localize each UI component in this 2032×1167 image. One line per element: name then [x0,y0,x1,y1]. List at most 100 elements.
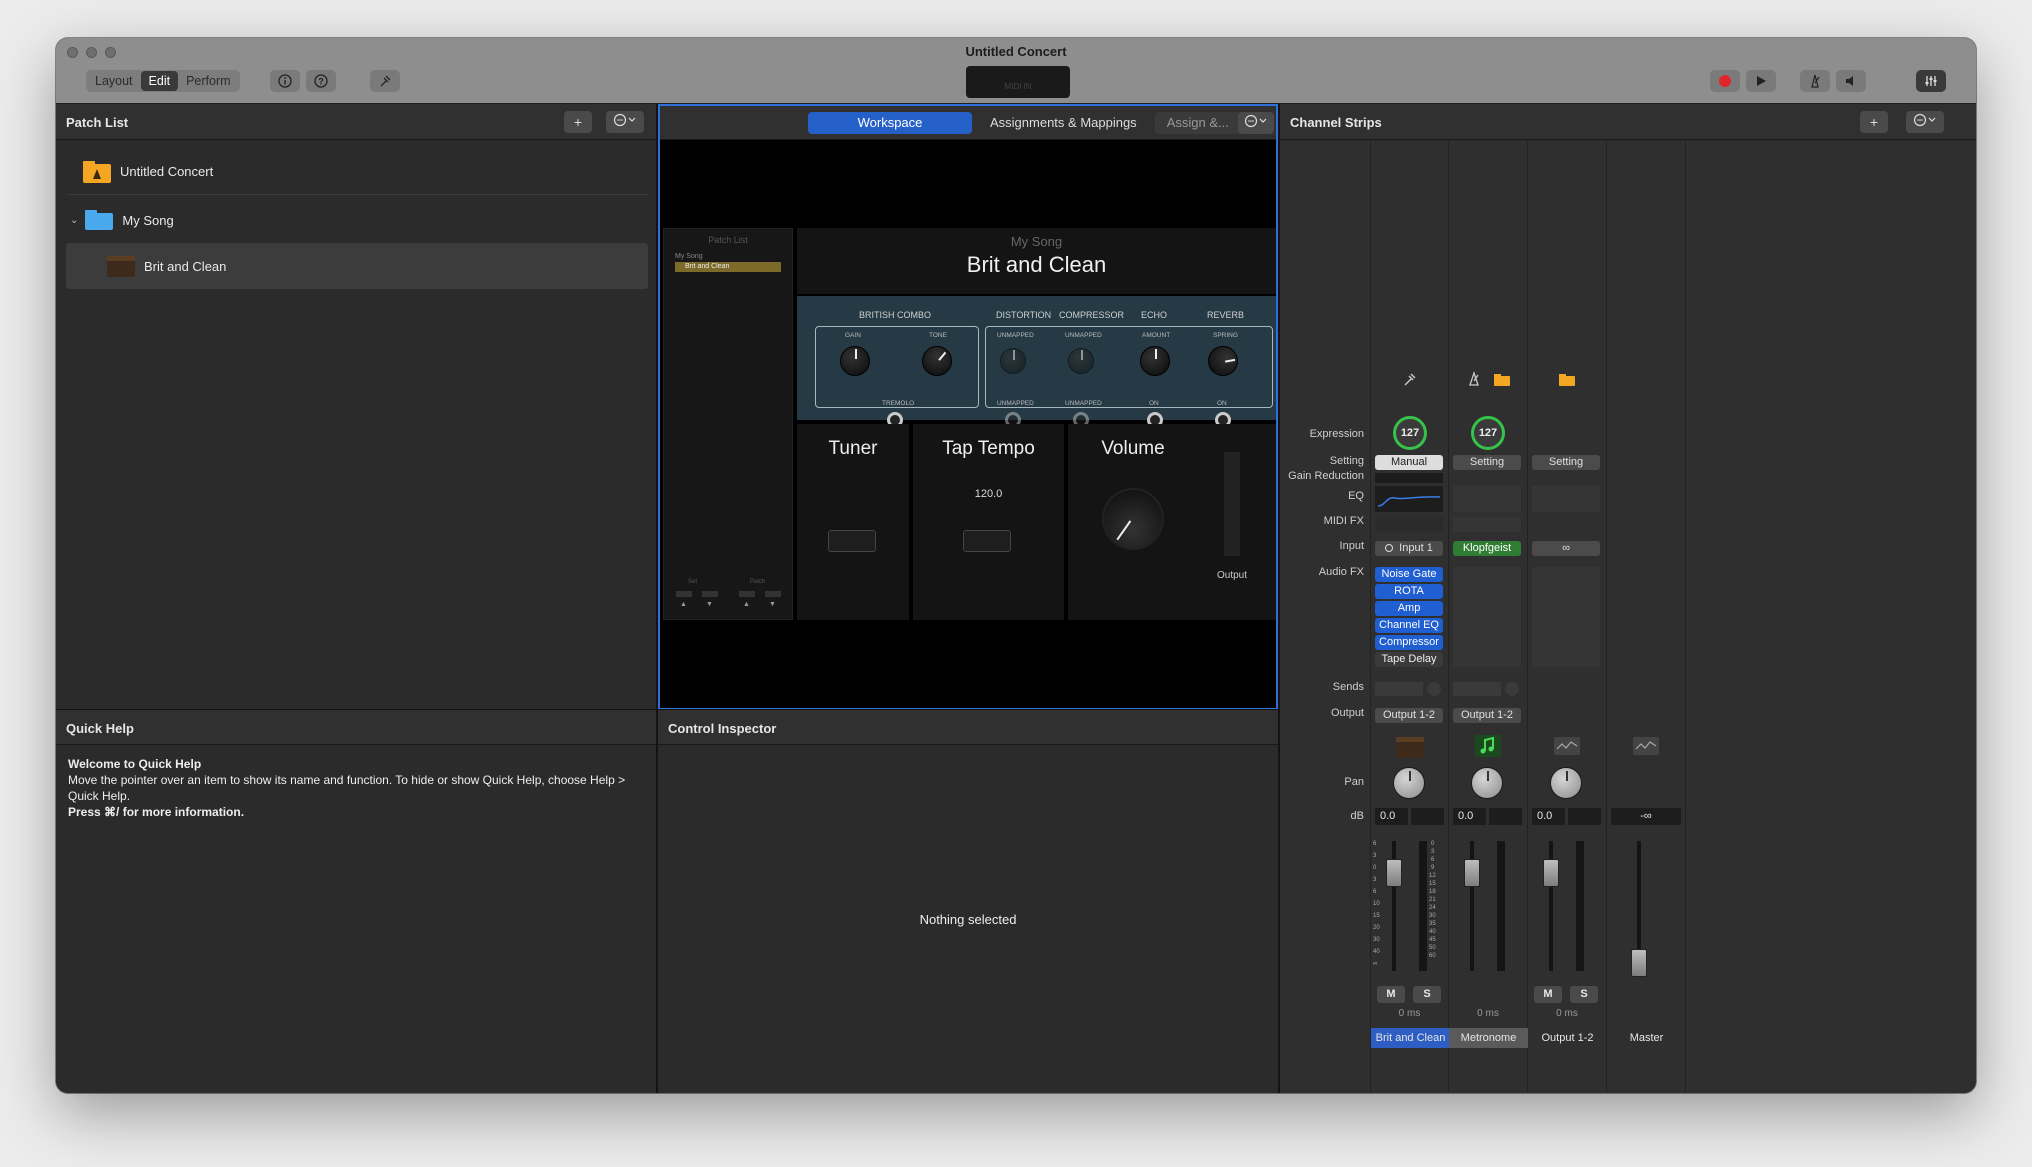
output-slot[interactable]: Output 1-2 [1375,708,1443,723]
list-item-song[interactable]: ⌄ My Song [66,197,648,243]
tab-workspace[interactable]: Workspace [808,112,972,134]
strip-name-label[interactable]: Metronome [1449,1028,1528,1048]
quick-help-footer: Press ⌘/ for more information. [68,805,245,819]
mute-button[interactable]: M [1377,986,1405,1003]
audio-fx-slot[interactable]: ROTA [1375,584,1443,599]
send-level-knob[interactable] [1427,682,1441,696]
volume-fader[interactable] [1464,859,1480,887]
record-button[interactable] [1710,70,1740,92]
eq-thumbnail[interactable] [1532,486,1600,512]
tuner-button[interactable] [370,70,400,92]
metronome-button[interactable] [1800,70,1830,92]
tempo-value: 120.0 [974,488,1003,500]
gain-knob[interactable] [840,346,870,376]
concert-icon[interactable] [1558,373,1576,387]
list-item-concert[interactable]: Untitled Concert [66,149,648,195]
instrument-slot[interactable]: Klopfgeist [1453,541,1521,556]
help-button[interactable]: ? [306,70,336,92]
midi-fx-slot[interactable] [1453,517,1521,532]
mode-layout[interactable]: Layout [87,71,141,91]
set-up-button[interactable] [676,591,692,597]
midi-fx-slot[interactable] [1375,517,1443,532]
tuner-widget[interactable]: Tuner [797,424,909,620]
chevron-down-icon[interactable]: ⌄ [70,215,78,226]
pan-knob[interactable] [1471,767,1503,799]
eq-thumbnail[interactable] [1453,486,1521,512]
play-button[interactable] [1746,70,1776,92]
latency-label: 0 ms [1556,1008,1578,1019]
send-slot[interactable] [1453,682,1501,696]
setting-button[interactable]: Setting [1453,455,1521,470]
patch-down-button[interactable] [765,591,781,597]
echo-amount-knob[interactable] [1140,346,1170,376]
link-button[interactable]: ∞ [1532,541,1600,556]
list-item-patch[interactable]: Brit and Clean [66,243,648,289]
mini-patch-list[interactable]: Patch List My Song Brit and Clean Set Pa… [663,228,793,620]
eq-thumbnail[interactable] [1375,486,1443,512]
add-patch-button[interactable]: + [564,111,592,133]
metronome-icon[interactable] [1466,371,1482,387]
patch-list: Untitled Concert ⌄ My Song Brit and Clea… [56,141,656,709]
volume-fader[interactable] [1631,949,1647,977]
audio-fx-area[interactable] [1453,567,1521,667]
strip-name-label[interactable]: Master [1607,1028,1686,1048]
play-icon [1757,76,1766,86]
info-button[interactable] [270,70,300,92]
echo-on-label: ON [1149,400,1159,407]
mute-button[interactable]: M [1534,986,1562,1003]
patch-list-action-button[interactable] [606,111,644,133]
speaker-button[interactable] [1836,70,1866,92]
set-down-button[interactable] [702,591,718,597]
expression-knob[interactable]: 127 [1471,416,1505,450]
mini-patch-label[interactable]: Brit and Clean [675,262,781,272]
audio-fx-slot[interactable]: Channel EQ [1375,618,1443,633]
add-channel-strip-button[interactable]: + [1860,111,1888,133]
solo-button[interactable]: S [1413,986,1441,1003]
tuner-button[interactable] [828,530,876,552]
input-slot[interactable]: Input 1 [1375,541,1443,556]
pan-knob[interactable] [1393,767,1425,799]
volume-fader[interactable] [1386,859,1402,887]
mixer-button[interactable] [1916,70,1946,92]
volume-fader[interactable] [1543,859,1559,887]
song-title-label: My Song [1010,234,1063,249]
expression-knob[interactable]: 127 [1393,416,1427,450]
audio-fx-area[interactable] [1532,567,1600,667]
svg-text:?: ? [318,77,324,87]
setting-button[interactable]: Setting [1532,455,1600,470]
setting-button[interactable]: Manual [1375,455,1443,470]
volume-db[interactable]: 0.0 [1375,808,1408,825]
tab-assignments-mappings[interactable]: Assignments & Mappings [978,112,1149,134]
compressor-knob[interactable] [1068,348,1094,374]
volume-knob[interactable] [1089,475,1177,563]
audio-fx-slot[interactable]: Noise Gate [1375,567,1443,582]
level-meter [1419,841,1427,971]
workspace-action-button[interactable] [1238,112,1274,134]
strip-name-label[interactable]: Output 1-2 [1528,1028,1607,1048]
tab-assign[interactable]: Assign &... [1154,112,1241,134]
distortion-knob[interactable] [1000,348,1026,374]
tap-tempo-widget[interactable]: Tap Tempo 120.0 [913,424,1064,620]
send-slot[interactable] [1375,682,1423,696]
tap-tempo-button[interactable] [963,530,1011,552]
volume-db[interactable]: -∞ [1611,808,1681,825]
audio-fx-slot[interactable]: Amp [1375,601,1443,616]
volume-widget[interactable]: Volume Output [1068,424,1276,620]
channel-strips-action-button[interactable] [1906,111,1944,133]
volume-db[interactable]: 0.0 [1532,808,1565,825]
pan-knob[interactable] [1550,767,1582,799]
patch-up-button[interactable] [739,591,755,597]
strip-name-label[interactable]: Brit and Clean [1371,1028,1450,1048]
mode-edit[interactable]: Edit [140,71,179,91]
output-slot[interactable]: Output 1-2 [1453,708,1521,723]
mode-selector[interactable]: Layout Edit Perform [86,70,240,92]
quick-help-heading: Welcome to Quick Help [68,757,202,771]
tuning-fork-icon[interactable] [1402,371,1418,387]
audio-fx-slot[interactable]: Tape Delay [1375,652,1443,667]
concert-icon[interactable] [1493,373,1511,387]
send-level-knob[interactable] [1505,682,1519,696]
audio-fx-slot[interactable]: Compressor [1375,635,1443,650]
solo-button[interactable]: S [1570,986,1598,1003]
volume-db[interactable]: 0.0 [1453,808,1486,825]
mode-perform[interactable]: Perform [178,71,238,91]
